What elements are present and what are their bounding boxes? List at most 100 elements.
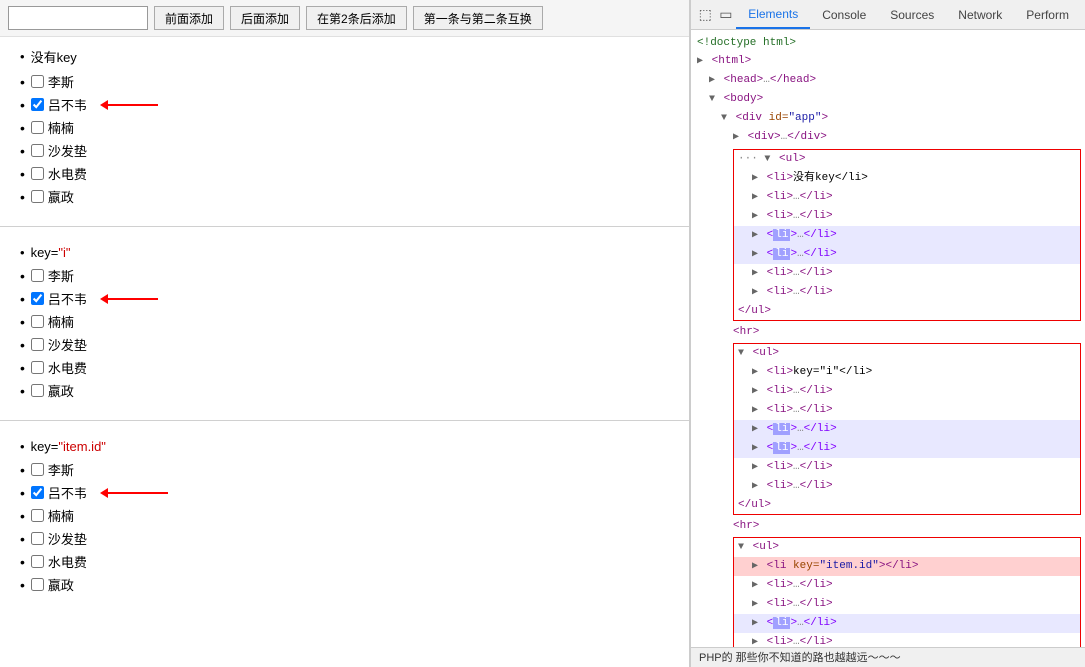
checkbox-ls1[interactable] [31, 75, 44, 88]
section-key-itemid: • key="item.id" 李斯 吕不韦 楠楠 沙 [0, 429, 689, 606]
tab-performance[interactable]: Perform [1014, 2, 1081, 28]
tab-sources[interactable]: Sources [878, 2, 946, 28]
li-13-close: </li> [804, 229, 837, 241]
triangle-ul2[interactable]: ▼ [738, 346, 744, 362]
attr-id-val: "app" [788, 112, 821, 124]
tri-li26[interactable]: ▶ [752, 481, 758, 492]
tri-li15[interactable]: ▶ [752, 268, 758, 279]
checkbox-sdf3[interactable] [31, 555, 44, 568]
list-item: 水电费 [20, 356, 669, 379]
checkbox-sfd1[interactable] [31, 144, 44, 157]
btn-append[interactable]: 后面添加 [230, 6, 300, 30]
li-26-tag: <li> [767, 480, 793, 492]
list-item: 吕不韦 [20, 481, 669, 504]
tri-li16[interactable]: ▶ [752, 287, 758, 298]
triangle-head[interactable]: ▶ [709, 75, 715, 86]
checkbox-ls2[interactable] [31, 269, 44, 282]
tri-li33[interactable]: ▶ [752, 618, 758, 629]
btn-swap[interactable]: 第一条与第二条互换 [413, 6, 543, 30]
body-tag: <body> [724, 93, 764, 105]
tri-li24[interactable]: ▶ [752, 443, 758, 454]
tri-li13[interactable]: ▶ [752, 230, 758, 241]
triangle-div-inner[interactable]: ▶ [733, 132, 739, 143]
cursor-icon[interactable]: ⬚ [695, 3, 716, 27]
checkbox-nn3[interactable] [31, 509, 44, 522]
dom-li-nokey: ▶ <li>没有key</li> [734, 169, 1080, 188]
checkbox-yz3[interactable] [31, 578, 44, 591]
dom-li-1-1: ▶ <li>…</li> [734, 188, 1080, 207]
tab-network[interactable]: Network [946, 2, 1014, 28]
triangle-body[interactable]: ▼ [709, 92, 715, 108]
tri-li23[interactable]: ▶ [752, 424, 758, 435]
tri-li14[interactable]: ▶ [752, 249, 758, 260]
tri-li21[interactable]: ▶ [752, 386, 758, 397]
ul3-tag: <ul> [753, 541, 779, 553]
ell-12: … [793, 210, 800, 222]
li-keyi-tag: <li> [767, 366, 793, 378]
section-label-1: 没有key [31, 47, 77, 66]
checkbox-ls3[interactable] [31, 463, 44, 476]
checkbox-yz1[interactable] [31, 190, 44, 203]
tri-li12[interactable]: ▶ [752, 211, 758, 222]
tab-console[interactable]: Console [810, 2, 878, 28]
hr2-tag: <hr> [733, 520, 759, 532]
checkbox-sdf1[interactable] [31, 167, 44, 180]
tri-li32[interactable]: ▶ [752, 599, 758, 610]
checkbox-lbw1[interactable] [31, 98, 44, 111]
triangle-html[interactable]: ▶ [697, 54, 703, 70]
checkbox-nn1[interactable] [31, 121, 44, 134]
checkbox-sdf2[interactable] [31, 361, 44, 374]
text-input[interactable] [8, 6, 148, 30]
tri-li22[interactable]: ▶ [752, 405, 758, 416]
checkbox-sfd2[interactable] [31, 338, 44, 351]
li-23-badge: li [773, 423, 790, 435]
triangle-li-nokey[interactable]: ▶ [752, 173, 758, 184]
tab-elements[interactable]: Elements [736, 1, 810, 29]
checkbox-sfd3[interactable] [31, 532, 44, 545]
list-item: 李斯 [20, 458, 669, 481]
bullet-3: • [20, 439, 25, 454]
ell-13: … [797, 229, 804, 241]
ell-32: … [793, 598, 800, 610]
tri-li25[interactable]: ▶ [752, 462, 758, 473]
devtools-tabs: ⬚ ▭ Elements Console Sources Network Per… [691, 0, 1085, 30]
dom-li-3-1: ▶ <li>…</li> [734, 576, 1080, 595]
li-22-tag: <li> [767, 404, 793, 416]
attr-key-val: "item.id" [819, 560, 878, 572]
ell-33: … [797, 617, 804, 629]
device-icon[interactable]: ▭ [716, 3, 737, 27]
btn-insert-after-2[interactable]: 在第2条后添加 [306, 6, 407, 30]
tri-li-keyitemid[interactable]: ▶ [752, 561, 758, 572]
li-31-close: </li> [800, 579, 833, 591]
triangle-div-app[interactable]: ▼ [721, 111, 727, 127]
arrow-line [108, 104, 158, 106]
li-14-badge: li [773, 248, 790, 260]
li-15-tag: <li> [767, 267, 793, 279]
checkbox-nn2[interactable] [31, 315, 44, 328]
tri-li34[interactable]: ▶ [752, 637, 758, 647]
li-nokey-text: 没有key</li> [793, 172, 868, 184]
item-text: 沙发垫 [48, 335, 87, 354]
triangle-ul1[interactable]: ▼ [764, 152, 770, 168]
tri-li31[interactable]: ▶ [752, 580, 758, 591]
dom-body: ▼ <body> [691, 90, 1085, 109]
ell-22: … [793, 404, 800, 416]
list-item: 嬴政 [20, 379, 669, 402]
btn-prepend[interactable]: 前面添加 [154, 6, 224, 30]
dom-li-2-5: ▶ <li>…</li> [734, 458, 1080, 477]
section-label-2a: key= [31, 245, 59, 260]
list-item: 楠楠 [20, 310, 669, 333]
devtools-status-bar: PHP的 那些你不知道的路也越越远～～～ [691, 647, 1085, 667]
checkbox-yz2[interactable] [31, 384, 44, 397]
tri-li-keyi[interactable]: ▶ [752, 367, 758, 378]
triangle-ul3[interactable]: ▼ [738, 540, 744, 556]
attr-key: key= [793, 560, 819, 572]
dom-doctype: <!doctype html> [691, 34, 1085, 52]
item-text: 吕不韦 [48, 289, 87, 308]
checkbox-lbw3[interactable] [31, 486, 44, 499]
list-item: 沙发垫 [20, 139, 669, 162]
tri-li11[interactable]: ▶ [752, 192, 758, 203]
item-text: 沙发垫 [48, 141, 87, 160]
checkbox-lbw2[interactable] [31, 292, 44, 305]
li-24-close: </li> [804, 442, 837, 454]
